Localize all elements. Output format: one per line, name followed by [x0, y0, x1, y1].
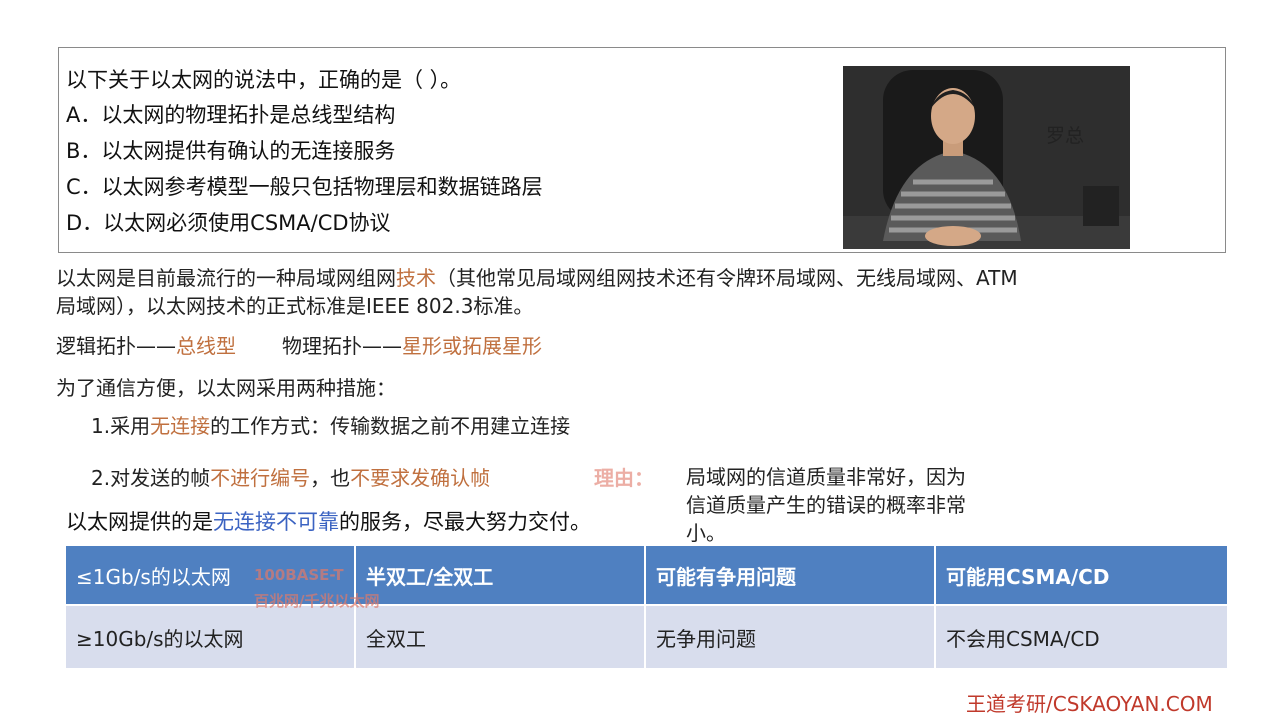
presenter-name: 罗总 [1046, 125, 1085, 147]
intro-text-a: 以太网是目前最流行的一种局域网组网 [56, 266, 396, 290]
measure-2-highlight-1: 不进行编号 [210, 466, 311, 490]
measure-1: 1.采用无连接的工作方式：传输数据之前不用建立连接 [91, 410, 570, 439]
ethernet-comparison-table: ≤1Gb/s的以太网 半双工/全双工 可能有争用问题 可能用CSMA/CD ≥1… [66, 546, 1227, 668]
measure-2-text-a: 2.对发送的帧 [91, 466, 211, 490]
table-header-cell: 可能有争用问题 [646, 546, 936, 604]
summary-text-a: 以太网提供的是 [66, 510, 213, 534]
summary-highlight: 无连接不可靠 [213, 510, 339, 534]
measure-2-highlight-2: 不要求发确认帧 [350, 466, 491, 490]
option-d: D．以太网必须使用CSMA/CD协议 [66, 211, 391, 235]
table-overlay-line-2: 百兆网/千兆以太网 [254, 592, 380, 610]
measure-1-text-a: 1.采用 [91, 414, 151, 438]
reason-label: 理由： [594, 466, 654, 490]
logic-topology-value: 总线型 [176, 334, 236, 358]
intro-line-1: 以太网是目前最流行的一种局域网组网技术（其他常见局域网组网技术还有令牌环局域网、… [56, 262, 1018, 291]
reason-line-1: 局域网的信道质量非常好，因为 [686, 465, 966, 489]
question-stem: 以下关于以太网的说法中，正确的是（ ）。 [66, 68, 462, 92]
intro-highlight: 技术 [396, 266, 436, 290]
option-b: B．以太网提供有确认的无连接服务 [66, 139, 396, 163]
watermark: 王道考研/CSKAOYAN.COM [966, 692, 1213, 716]
measure-1-highlight: 无连接 [150, 414, 211, 438]
option-c: C．以太网参考模型一般只包括物理层和数据链路层 [66, 175, 543, 199]
reason-line-2: 信道质量产生的错误的概率非常 [686, 493, 966, 517]
table-header-cell: 半双工/全双工 [356, 546, 646, 604]
table-header-cell: 可能用CSMA/CD [936, 546, 1227, 604]
measure-2: 2.对发送的帧不进行编号，也不要求发确认帧 [91, 462, 490, 491]
table-row: ≥10Gb/s的以太网 全双工 无争用问题 不会用CSMA/CD [66, 604, 1227, 668]
physical-topology-value: 星形或拓展星形 [402, 334, 542, 358]
table-cell: 全双工 [356, 604, 646, 668]
logic-topology-label: 逻辑拓扑—— [56, 334, 176, 358]
table-cell: 不会用CSMA/CD [936, 604, 1227, 668]
reason-line-3: 小。 [686, 521, 726, 545]
intro-line-2: 局域网），以太网技术的正式标准是IEEE 802.3标准。 [56, 294, 534, 318]
summary-text-b: 的服务，尽最大努力交付。 [339, 510, 591, 534]
summary-line: 以太网提供的是无连接不可靠的服务，尽最大努力交付。 [66, 506, 591, 536]
presenter-figure-icon [843, 66, 1130, 249]
measure-2-text-b: ，也 [310, 466, 351, 490]
option-a: A．以太网的物理拓扑是总线型结构 [66, 103, 396, 127]
table-cell: 无争用问题 [646, 604, 936, 668]
measure-1-text-b: 的工作方式：传输数据之前不用建立连接 [210, 414, 571, 438]
physical-topology-label: 物理拓扑—— [282, 334, 402, 358]
table-header-row: ≤1Gb/s的以太网 半双工/全双工 可能有争用问题 可能用CSMA/CD [66, 546, 1227, 604]
measures-title: 为了通信方便，以太网采用两种措施： [56, 376, 396, 400]
table-cell: ≥10Gb/s的以太网 [66, 604, 356, 668]
topology-line: 逻辑拓扑——总线型 物理拓扑——星形或拓展星形 [56, 330, 542, 359]
table-overlay-line-1: 100BASE-T [254, 566, 344, 584]
intro-text-b: （其他常见局域网组网技术还有令牌环局域网、无线局域网、ATM [436, 266, 1018, 290]
presenter-video [843, 66, 1130, 249]
